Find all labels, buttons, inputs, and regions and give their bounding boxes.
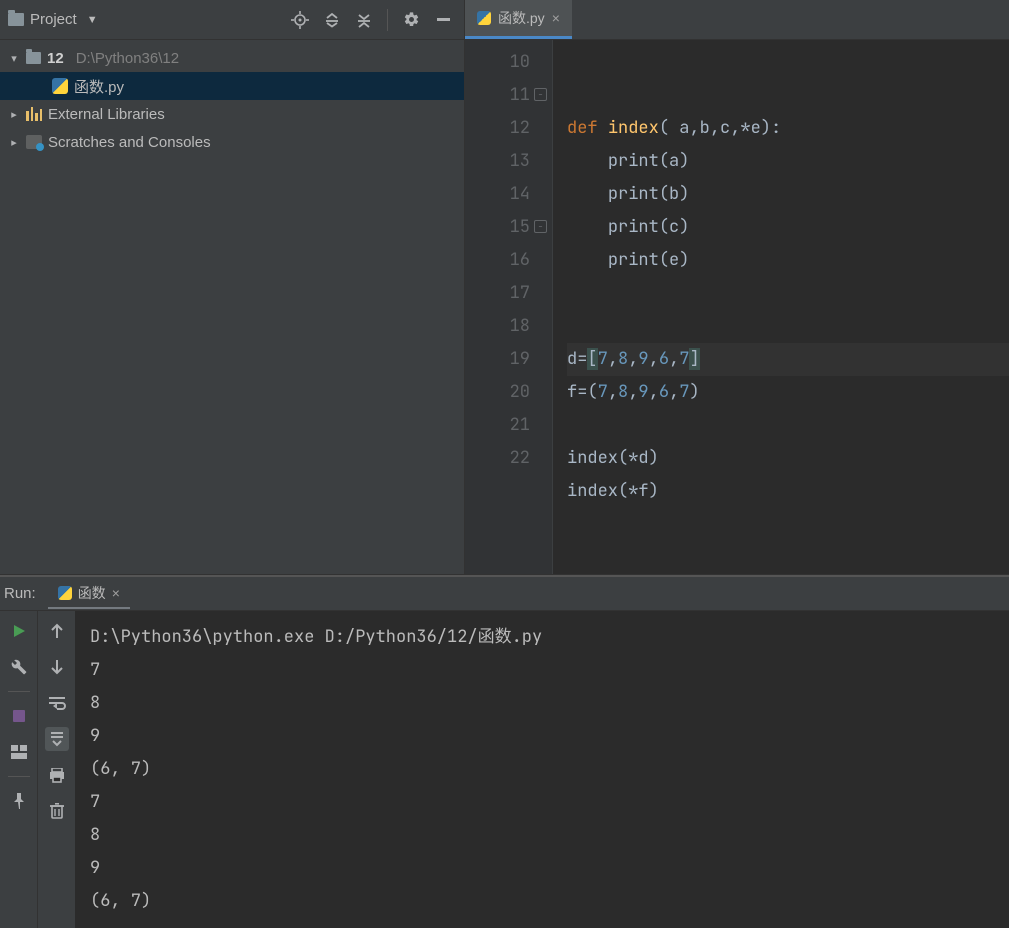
line-number: 20	[465, 376, 530, 409]
project-panel: Project ▼ ▾ 12	[0, 0, 465, 574]
run-panel-label: Run:	[4, 585, 40, 602]
separator	[387, 9, 388, 31]
line-number: 14	[465, 178, 530, 211]
editor-tab-label: 函数.py	[498, 8, 545, 28]
run-button[interactable]	[7, 619, 31, 643]
line-number: 10	[465, 46, 530, 79]
tree-file-label: 函数.py	[74, 76, 124, 97]
chevron-right-icon[interactable]: ▸	[8, 108, 20, 121]
run-panel: Run: 函数 ×	[0, 575, 1009, 928]
chevron-down-icon[interactable]: ▾	[8, 52, 20, 65]
code-line: f=(7,8,9,6,7)	[567, 376, 1009, 409]
code-line	[567, 277, 1009, 310]
project-panel-title: Project	[30, 11, 77, 28]
python-file-icon	[52, 78, 68, 94]
editor-tab-bar: 函数.py ×	[465, 0, 1009, 40]
line-number: 16	[465, 244, 530, 277]
close-icon[interactable]: ×	[552, 10, 560, 26]
layout-icon[interactable]	[7, 740, 31, 764]
line-number: 12	[465, 112, 530, 145]
separator	[8, 776, 30, 777]
console-output[interactable]: D:\Python36\python.exe D:/Python36/12/函数…	[76, 611, 1009, 928]
print-icon[interactable]	[45, 763, 69, 787]
tree-root-path: D:\Python36\12	[76, 50, 179, 67]
folder-icon	[8, 13, 24, 26]
code-line	[567, 79, 1009, 112]
run-panel-header: Run: 函数 ×	[0, 577, 1009, 611]
run-tab-label: 函数	[78, 583, 106, 603]
tree-root-name: 12	[47, 50, 64, 67]
code-area[interactable]: def index( a,b,c,*e): print(a) print(b) …	[553, 40, 1009, 574]
up-arrow-icon[interactable]	[45, 619, 69, 643]
main-split: Project ▼ ▾ 12	[0, 0, 1009, 575]
project-tree[interactable]: ▾ 12 D:\Python36\12 函数.py ▸ External Lib…	[0, 40, 464, 574]
close-icon[interactable]: ×	[112, 585, 120, 601]
line-number: 18	[465, 310, 530, 343]
trash-icon[interactable]	[45, 799, 69, 823]
code-line: print(b)	[567, 178, 1009, 211]
tree-file-node[interactable]: 函数.py	[0, 72, 464, 100]
line-number: 19	[465, 343, 530, 376]
project-panel-header: Project ▼	[0, 0, 464, 40]
python-file-icon	[477, 11, 491, 25]
tree-external-libs-label: External Libraries	[48, 106, 165, 123]
dropdown-icon[interactable]: ▼	[87, 14, 98, 26]
line-number: 22	[465, 442, 530, 475]
line-number: 13	[465, 145, 530, 178]
code-line: print(c)	[567, 211, 1009, 244]
code-line	[567, 310, 1009, 343]
scratches-icon	[26, 135, 42, 149]
pin-icon[interactable]	[7, 789, 31, 813]
fold-marker-icon[interactable]: −	[534, 220, 547, 233]
tree-external-libs[interactable]: ▸ External Libraries	[0, 100, 464, 128]
editor-tab-active[interactable]: 函数.py ×	[465, 0, 572, 39]
line-number: 17	[465, 277, 530, 310]
code-line: print(e)	[567, 244, 1009, 277]
line-number: 15−	[465, 211, 530, 244]
separator	[8, 691, 30, 692]
python-file-icon	[58, 586, 72, 600]
code-line: index(*f)	[567, 475, 1009, 508]
locate-icon[interactable]	[287, 7, 313, 33]
folder-icon	[26, 52, 41, 64]
line-number: 21	[465, 409, 530, 442]
tree-scratches[interactable]: ▸ Scratches and Consoles	[0, 128, 464, 156]
chevron-right-icon[interactable]: ▸	[8, 136, 20, 149]
code-line: print(a)	[567, 145, 1009, 178]
wrench-icon[interactable]	[7, 655, 31, 679]
scroll-to-end-icon[interactable]	[45, 727, 69, 751]
down-arrow-icon[interactable]	[45, 655, 69, 679]
fold-marker-icon[interactable]: −	[534, 88, 547, 101]
collapse-all-icon[interactable]	[351, 7, 377, 33]
code-line: index(*d)	[567, 442, 1009, 475]
run-panel-body: D:\Python36\python.exe D:/Python36/12/函数…	[0, 611, 1009, 928]
code-line: def index( a,b,c,*e):	[567, 112, 1009, 145]
line-number: 11−	[465, 79, 530, 112]
code-line-current: d=[7,8,9,6,7]	[567, 343, 1009, 376]
hide-panel-icon[interactable]	[430, 7, 456, 33]
run-tab-active[interactable]: 函数 ×	[48, 579, 130, 609]
libraries-icon	[26, 107, 42, 121]
tree-root-node[interactable]: ▾ 12 D:\Python36\12	[0, 44, 464, 72]
expand-all-icon[interactable]	[319, 7, 345, 33]
editor-body: 10 11− 12 13 14 15− 16 17 18 19 20 21 22…	[465, 40, 1009, 574]
editor-panel: 函数.py × 10 11− 12 13 14 15− 16 17 18 19 …	[465, 0, 1009, 574]
stop-button[interactable]	[7, 704, 31, 728]
tree-scratches-label: Scratches and Consoles	[48, 134, 211, 151]
code-line	[567, 409, 1009, 442]
run-toolbar-mid	[38, 611, 76, 928]
soft-wrap-icon[interactable]	[45, 691, 69, 715]
run-toolbar-left	[0, 611, 38, 928]
line-gutter[interactable]: 10 11− 12 13 14 15− 16 17 18 19 20 21 22	[465, 40, 553, 574]
settings-gear-icon[interactable]	[398, 7, 424, 33]
